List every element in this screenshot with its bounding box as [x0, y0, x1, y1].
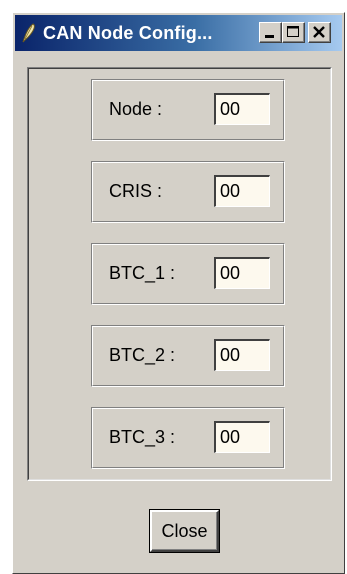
- minimize-icon: [265, 35, 274, 38]
- node-label: Node :: [109, 99, 163, 119]
- cris-input[interactable]: [214, 175, 270, 207]
- close-button[interactable]: Close: [150, 510, 219, 552]
- btc3-label: BTC_3 :: [109, 427, 176, 447]
- btc2-label: BTC_2 :: [109, 345, 176, 365]
- btc3-field-group: BTC_3 :: [91, 407, 285, 469]
- btc2-input[interactable]: [214, 339, 270, 371]
- btc1-input[interactable]: [214, 257, 270, 289]
- title-bar[interactable]: CAN Node Config...: [15, 15, 342, 51]
- maximize-icon: [287, 26, 299, 37]
- config-window: CAN Node Config... Node : CRIS: [12, 12, 345, 574]
- btc1-label: BTC_1 :: [109, 263, 176, 283]
- fields-panel-inner: Node : CRIS : BTC_1 : BTC_2 : BTC_3 :: [28, 68, 331, 480]
- quill-icon: [22, 23, 35, 43]
- cris-field-group: CRIS :: [91, 161, 285, 223]
- window-title: CAN Node Config...: [43, 23, 213, 43]
- close-window-button[interactable]: [308, 22, 331, 43]
- fields-panel: Node : CRIS : BTC_1 : BTC_2 : BTC_3 :: [27, 67, 332, 481]
- btc3-input[interactable]: [214, 421, 270, 453]
- node-input[interactable]: [214, 93, 270, 125]
- btc1-field-group: BTC_1 :: [91, 243, 285, 305]
- maximize-button[interactable]: [282, 22, 305, 43]
- close-icon: [313, 26, 325, 38]
- node-field-group: Node :: [91, 79, 285, 141]
- btc2-field-group: BTC_2 :: [91, 325, 285, 387]
- cris-label: CRIS :: [109, 181, 163, 201]
- minimize-button[interactable]: [259, 22, 282, 43]
